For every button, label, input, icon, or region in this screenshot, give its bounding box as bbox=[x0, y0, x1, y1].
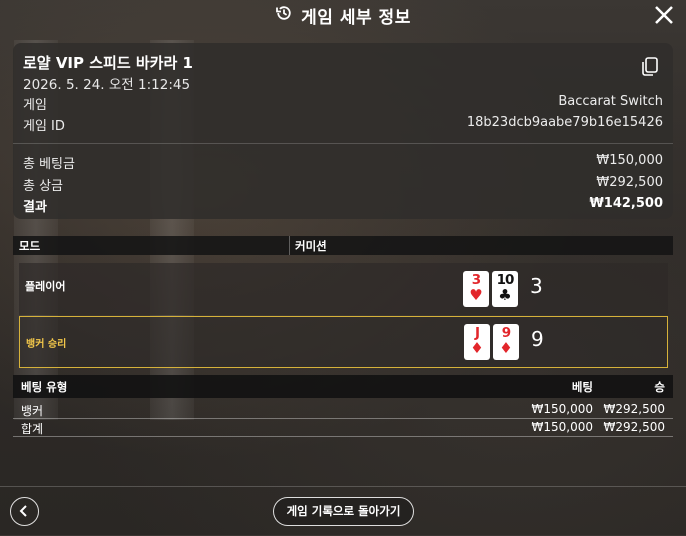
game-datetime: 2026. 5. 24. 오전 1:12:45 bbox=[23, 77, 191, 93]
win-cell: ₩292,500 bbox=[603, 402, 666, 416]
game-name: 로얄 VIP 스피드 바카라 1 bbox=[23, 54, 193, 72]
bet-type-header: 베팅 유형 bbox=[21, 380, 68, 394]
bet-cell: ₩150,000 bbox=[531, 402, 594, 416]
footer: 게임 기록으로 돌아가기 bbox=[0, 486, 686, 536]
game-id-value: 18b23dcb9aabe79b16e15426 bbox=[466, 115, 663, 130]
total-win-label: 총 상금 bbox=[23, 179, 64, 194]
player-score: 3 bbox=[530, 274, 543, 298]
return-to-history-button[interactable]: 게임 기록으로 돌아가기 bbox=[273, 497, 414, 526]
win-header: 승 bbox=[654, 380, 665, 394]
history-icon bbox=[275, 4, 293, 26]
bet-table-header: 베팅 유형 베팅 승 bbox=[13, 375, 673, 398]
total-win-row: 총 상금 ₩292,500 bbox=[23, 175, 663, 194]
playing-card: J ♦ bbox=[464, 324, 490, 360]
player-cards: 3 ♥ 10 ♣ bbox=[463, 271, 518, 307]
bet-table: 베팅 유형 베팅 승 뱅커 ₩150,000 ₩292,500 합계 ₩150,… bbox=[13, 375, 673, 437]
bet-type-cell: 합계 bbox=[21, 422, 44, 436]
header: 게임 세부 정보 bbox=[0, 0, 686, 30]
diamond-suit-icon: ♦ bbox=[499, 339, 513, 357]
chevron-left-icon bbox=[19, 505, 27, 517]
total-bet-row: 총 베팅금 ₩150,000 bbox=[23, 153, 663, 172]
bet-type-cell: 뱅커 bbox=[21, 404, 44, 418]
result-label: 결과 bbox=[23, 200, 47, 215]
bet-cell: ₩150,000 bbox=[531, 420, 594, 434]
game-id-row: 게임 ID 18b23dcb9aabe79b16e15426 bbox=[23, 115, 663, 134]
bet-header: 베팅 bbox=[571, 380, 593, 394]
win-cell: ₩292,500 bbox=[603, 420, 666, 434]
game-row: 게임 Baccarat Switch bbox=[23, 94, 663, 113]
total-win-value: ₩292,500 bbox=[596, 175, 663, 190]
club-suit-icon: ♣ bbox=[498, 286, 512, 304]
result-row: 결과 ₩142,500 bbox=[23, 196, 663, 215]
game-label: 게임 bbox=[23, 98, 47, 113]
copy-icon[interactable] bbox=[640, 56, 660, 78]
game-id-label: 게임 ID bbox=[23, 119, 65, 134]
total-bet-value: ₩150,000 bbox=[596, 153, 663, 168]
mode-bar: 모드 커미션 bbox=[13, 236, 673, 255]
banker-label: 뱅커 승리 bbox=[26, 339, 67, 350]
mode-label: 모드 bbox=[19, 239, 41, 253]
table-row: 합계 ₩150,000 ₩292,500 bbox=[13, 419, 673, 437]
divider bbox=[13, 143, 673, 144]
playing-card: 9 ♦ bbox=[493, 324, 519, 360]
total-bet-label: 총 베팅금 bbox=[23, 157, 75, 172]
banker-cards: J ♦ 9 ♦ bbox=[464, 324, 519, 360]
close-icon[interactable] bbox=[652, 3, 676, 27]
page-title: 게임 세부 정보 bbox=[301, 7, 411, 28]
back-button[interactable] bbox=[10, 497, 39, 526]
game-summary-panel: 로얄 VIP 스피드 바카라 1 2026. 5. 24. 오전 1:12:45… bbox=[13, 43, 673, 219]
banker-hand: 뱅커 승리 J ♦ 9 ♦ 9 bbox=[19, 316, 668, 368]
playing-card: 10 ♣ bbox=[492, 271, 518, 307]
mode-separator bbox=[289, 236, 290, 255]
player-label: 플레이어 bbox=[25, 280, 66, 293]
playing-card: 3 ♥ bbox=[463, 271, 489, 307]
player-hand: 플레이어 3 ♥ 10 ♣ 3 bbox=[19, 263, 668, 315]
commission-label: 커미션 bbox=[295, 239, 327, 253]
game-value: Baccarat Switch bbox=[558, 94, 663, 109]
banker-score: 9 bbox=[531, 327, 544, 351]
table-row: 뱅커 ₩150,000 ₩292,500 bbox=[13, 401, 673, 419]
heart-suit-icon: ♥ bbox=[469, 286, 483, 304]
result-value: ₩142,500 bbox=[589, 196, 663, 211]
diamond-suit-icon: ♦ bbox=[470, 339, 484, 357]
